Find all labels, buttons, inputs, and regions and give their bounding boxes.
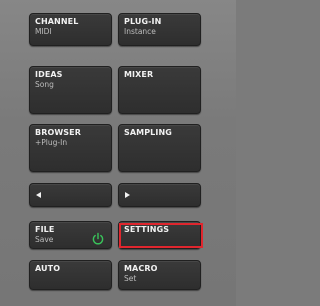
ideas-label: IDEAS <box>35 70 63 79</box>
sampling-label: SAMPLING <box>124 128 172 137</box>
next-button[interactable] <box>118 183 201 207</box>
mixer-label: MIXER <box>124 70 154 79</box>
macro-button[interactable]: MACRO Set <box>118 260 201 290</box>
power-icon <box>92 232 104 245</box>
channel-button[interactable]: CHANNEL MIDI <box>29 13 112 46</box>
plugin-sublabel: Instance <box>124 27 156 36</box>
left-arrow-icon <box>36 192 41 198</box>
plugin-button[interactable]: PLUG-IN Instance <box>118 13 201 46</box>
file-button[interactable]: FILE Save <box>29 221 112 249</box>
auto-label: AUTO <box>35 264 61 273</box>
settings-button[interactable]: SETTINGS <box>118 221 201 249</box>
browser-button[interactable]: BROWSER +Plug-In <box>29 124 112 172</box>
macro-sublabel: Set <box>124 274 137 283</box>
file-sublabel: Save <box>35 235 54 244</box>
controller-panel: CHANNEL MIDI PLUG-IN Instance IDEAS Song… <box>0 0 236 306</box>
ideas-button[interactable]: IDEAS Song <box>29 66 112 114</box>
channel-sublabel: MIDI <box>35 27 52 36</box>
prev-button[interactable] <box>29 183 112 207</box>
channel-label: CHANNEL <box>35 17 79 26</box>
plugin-label: PLUG-IN <box>124 17 162 26</box>
mixer-button[interactable]: MIXER <box>118 66 201 114</box>
settings-label: SETTINGS <box>124 225 170 234</box>
auto-button[interactable]: AUTO <box>29 260 112 290</box>
right-arrow-icon <box>125 192 130 198</box>
file-label: FILE <box>35 225 55 234</box>
browser-label: BROWSER <box>35 128 81 137</box>
sampling-button[interactable]: SAMPLING <box>118 124 201 172</box>
ideas-sublabel: Song <box>35 80 54 89</box>
browser-sublabel: +Plug-In <box>35 138 68 147</box>
macro-label: MACRO <box>124 264 158 273</box>
